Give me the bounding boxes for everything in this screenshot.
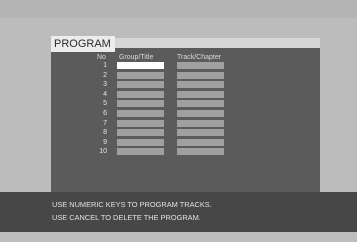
screen-top-band (0, 0, 357, 18)
row-number: 7 (103, 119, 107, 127)
program-title-tab: PROGRAM (51, 36, 115, 52)
track-chapter-field[interactable] (177, 119, 224, 127)
track-chapter-field[interactable] (177, 138, 224, 146)
row-number: 5 (103, 100, 107, 108)
message-bar (0, 192, 357, 232)
column-header-group-title: Group/Title (119, 54, 154, 61)
message-line-2: USE CANCEL TO DELETE THE PROGRAM. (52, 213, 201, 222)
track-chapter-field[interactable] (177, 62, 224, 69)
group-title-field[interactable] (117, 129, 164, 137)
group-title-field[interactable] (117, 100, 164, 108)
track-chapter-field[interactable] (177, 129, 224, 137)
row-number: 10 (99, 148, 107, 156)
program-screen: PROGRAM No Group/Title Track/Chapter 123… (0, 0, 357, 242)
group-title-field[interactable] (117, 110, 164, 117)
group-title-field[interactable] (117, 148, 164, 156)
group-title-field[interactable] (117, 90, 164, 98)
group-title-field[interactable] (117, 81, 164, 89)
track-chapter-field[interactable] (177, 71, 224, 79)
row-number: 6 (103, 110, 107, 117)
row-number: 1 (103, 62, 107, 69)
row-number: 3 (103, 81, 107, 89)
group-title-field[interactable] (117, 138, 164, 146)
row-number: 9 (103, 138, 107, 146)
group-title-field-selected[interactable] (117, 62, 164, 69)
track-chapter-field[interactable] (177, 90, 224, 98)
row-number: 8 (103, 129, 107, 137)
column-header-track-chapter: Track/Chapter (177, 54, 222, 61)
row-number: 4 (103, 90, 107, 98)
group-title-field[interactable] (117, 119, 164, 127)
program-title: PROGRAM (54, 38, 111, 50)
row-number: 2 (103, 71, 107, 79)
track-chapter-field[interactable] (177, 81, 224, 89)
track-chapter-field[interactable] (177, 148, 224, 156)
track-chapter-field[interactable] (177, 110, 224, 117)
group-title-field[interactable] (117, 71, 164, 79)
track-chapter-field[interactable] (177, 100, 224, 108)
message-line-1: USE NUMERIC KEYS TO PROGRAM TRACKS. (52, 200, 212, 209)
screen-bottom-strip (0, 232, 357, 242)
